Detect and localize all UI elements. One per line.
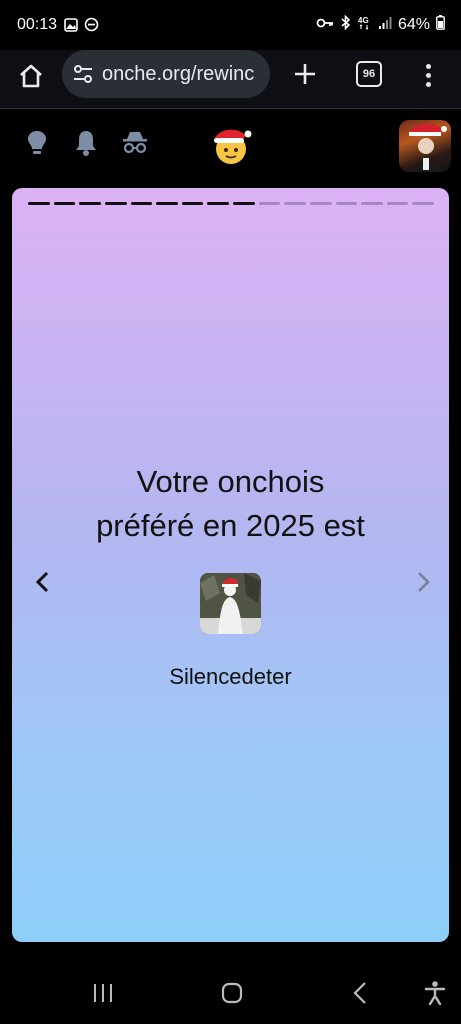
dnd-icon [84,17,99,37]
progress-segment [104,202,127,205]
battery-icon [436,15,445,35]
accessibility-icon[interactable] [424,980,446,1006]
progress-segment [156,202,178,205]
battery-percent: 64% [397,16,430,33]
status-time: 00:13 [17,16,58,33]
progress-segment [412,202,434,205]
system-nav-bar [0,962,461,1024]
site-header [0,110,461,180]
back-button-icon[interactable] [352,980,368,1006]
progress-segment [309,202,332,205]
progress-segment [53,202,76,205]
browser-toolbar: onche.org/rewinc 96 [0,50,461,109]
rewind-story-card[interactable]: Votre onchois préféré en 2025 est Silenc… [12,188,449,942]
vpn-key-icon [316,16,334,34]
new-tab-icon[interactable] [290,59,320,89]
story-title-line2: préféré en 2025 est [96,508,365,543]
story-progress [28,202,434,205]
address-bar[interactable]: onche.org/rewinc [62,50,270,98]
progress-segment [207,202,229,205]
lightbulb-icon[interactable] [22,128,52,158]
incognito-icon[interactable] [120,128,150,158]
bluetooth-icon [340,14,352,35]
tab-switcher-button[interactable]: 96 [356,61,382,87]
recent-apps-icon[interactable] [92,980,114,1006]
progress-segment [130,202,153,205]
progress-segment [181,202,204,205]
progress-segment [284,202,306,205]
site-settings-icon[interactable] [72,63,94,85]
next-arrow-icon[interactable] [414,570,434,594]
more-menu-icon[interactable] [418,60,438,90]
progress-segment [386,202,409,205]
bell-icon[interactable] [71,128,101,158]
previous-arrow-icon[interactable] [32,570,52,594]
home-icon[interactable] [16,61,46,91]
progress-segment [233,202,255,205]
progress-segment [258,202,281,205]
featured-user-avatar[interactable] [200,573,261,634]
user-avatar[interactable] [399,120,451,172]
progress-segment [79,202,101,205]
story-title-line1: Votre onchois [136,464,325,499]
4g-icon: 4G [358,15,372,35]
url-text: onche.org/rewinc [102,62,255,85]
status-left-icons [64,17,99,37]
featured-username[interactable]: Silencedeter [12,664,449,690]
screen: 00:13 4G 64% onche.org/rewinc 96 Votre o… [0,0,461,1024]
progress-segment [361,202,383,205]
tab-count: 96 [362,68,376,80]
progress-segment [335,202,358,205]
home-button-icon[interactable] [220,980,244,1006]
status-bar: 00:13 4G 64% [0,0,461,50]
onche-logo[interactable] [208,124,252,168]
progress-segment [28,202,50,205]
svg-text:4G: 4G [358,16,369,25]
image-icon [64,17,78,37]
signal-icon [378,16,392,35]
story-title: Votre onchois préféré en 2025 est [12,460,449,548]
status-right-icons: 4G 64% [316,14,445,35]
